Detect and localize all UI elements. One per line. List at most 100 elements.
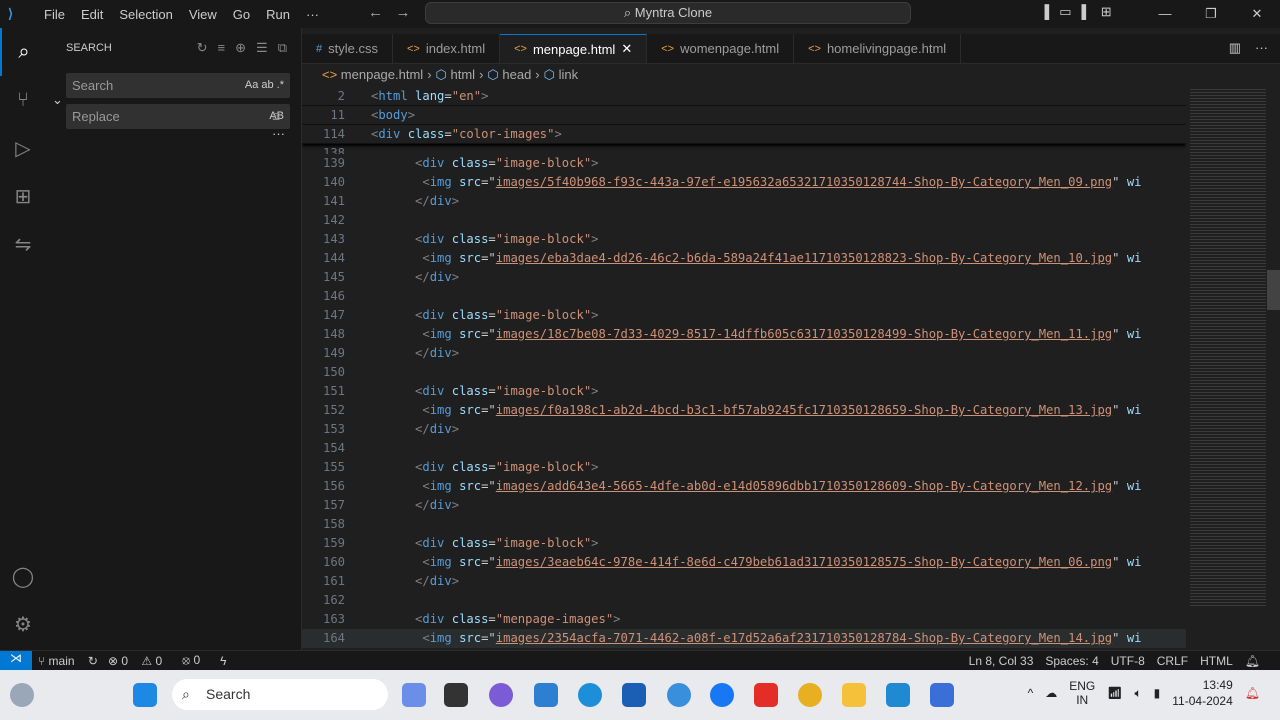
menu-item[interactable]: Edit [81, 7, 103, 22]
breadcrumb-item[interactable]: html [451, 67, 476, 82]
breadcrumb-item[interactable]: menpage.html [341, 67, 423, 82]
account-icon[interactable]: ◯ [0, 552, 46, 600]
command-center[interactable]: ⌕ Myntra Clone [425, 2, 911, 24]
cursor-position[interactable]: Ln 8, Col 33 [969, 654, 1034, 668]
run-debug-icon[interactable]: ▷ [0, 124, 46, 172]
battery-icon[interactable]: ▮ [1154, 686, 1161, 700]
help-icon[interactable] [667, 683, 691, 707]
source-control-icon[interactable]: ⑂ [0, 76, 46, 124]
taskbar-search[interactable]: ⌕ Search [172, 679, 388, 710]
breadcrumb-item[interactable]: link [559, 67, 579, 82]
branch-indicator[interactable]: ⑂ main ↻ [38, 654, 98, 668]
line-ending[interactable]: CRLF [1157, 654, 1188, 668]
replace-input[interactable]: Replace AB [66, 104, 290, 129]
code-line[interactable]: 11 <body> [302, 106, 1186, 125]
menu-item[interactable]: ··· [306, 7, 319, 22]
youtube-icon[interactable] [754, 683, 778, 707]
tab-menpage-html[interactable]: <> menpage.html ✕ [500, 34, 648, 63]
clear-results-icon[interactable]: ≡ [218, 40, 226, 56]
settings-gear-icon[interactable]: ⚙ [0, 600, 46, 648]
code-line[interactable]: 159 <div class="image-block"> [302, 534, 1186, 553]
toggle-secondary-icon[interactable]: ▌ [1082, 4, 1091, 20]
remote-explorer-icon[interactable]: ⇋ [0, 220, 46, 268]
code-line[interactable]: 156 <img src="images/add643e4-5665-4dfe-… [302, 477, 1186, 496]
file-explorer-icon[interactable] [842, 683, 866, 707]
task-view-icon[interactable] [444, 683, 468, 707]
code-line[interactable]: 150 [302, 363, 1186, 382]
language-mode[interactable]: HTML [1200, 654, 1233, 668]
code-line[interactable]: 149 </div> [302, 344, 1186, 363]
code-line[interactable]: 140 <img src="images/5f40b968-f93c-443a-… [302, 173, 1186, 192]
code-line[interactable]: 141 </div> [302, 192, 1186, 211]
menu-item[interactable]: Run [266, 7, 290, 22]
toggle-replace-chevron-icon[interactable]: ⌄ [52, 92, 63, 108]
screen-recorder-icon[interactable] [930, 683, 954, 707]
vscode-taskbar-icon[interactable] [886, 683, 910, 707]
edge-icon[interactable] [578, 683, 602, 707]
nav-arrows[interactable]: ← → [368, 4, 411, 21]
code-line[interactable]: 164 <img src="images/2354acfa-7071-4462-… [302, 629, 1186, 648]
menu-item[interactable]: Selection [119, 7, 172, 22]
teams-chat-icon[interactable] [489, 683, 513, 707]
windows-start-icon[interactable] [133, 683, 157, 707]
chrome-icon[interactable] [798, 683, 822, 707]
mhp-app-icon[interactable] [534, 683, 558, 707]
code-line[interactable]: 158 [302, 515, 1186, 534]
code-line[interactable]: 2 <html lang="en"> [302, 87, 1186, 106]
close-tab-icon[interactable]: ✕ [621, 41, 632, 57]
restore-button[interactable]: ❐ [1188, 0, 1234, 28]
remote-indicator-icon[interactable]: ⋊ [0, 650, 32, 671]
code-line[interactable]: 138 [302, 144, 1186, 154]
search-options[interactable]: Aa ab .* [245, 73, 284, 98]
code-line[interactable]: 155 <div class="image-block"> [302, 458, 1186, 477]
code-line[interactable]: 161 </div> [302, 572, 1186, 591]
notifications-bell-icon[interactable]: 🔔︎ [1245, 654, 1260, 668]
code-line[interactable]: 114 <div class="color-images"> [302, 125, 1186, 144]
code-line[interactable]: 143 <div class="image-block"> [302, 230, 1186, 249]
code-line[interactable]: 163 <div class="menpage-images"> [302, 610, 1186, 629]
code-editor[interactable]: 2 <html lang="en"> 11 <body> 114 <div class="… [302, 87, 1186, 650]
replace-all-icon[interactable]: ⧈ [272, 108, 280, 124]
more-options-icon[interactable]: ··· [272, 126, 285, 141]
tab-homelivingpage-html[interactable]: <> homelivingpage.html [794, 34, 962, 63]
tab-style-css[interactable]: # style.css [302, 34, 393, 63]
code-line[interactable]: 154 [302, 439, 1186, 458]
new-search-editor-icon[interactable]: ⊕ [235, 40, 246, 56]
tab-index-html[interactable]: <> index.html [393, 34, 501, 63]
problems-indicator[interactable]: ⊗ 0 ⚠ 0 [108, 654, 172, 668]
search-input[interactable]: Search Aa ab .* [66, 73, 290, 98]
ports-indicator[interactable]: ⦻ 0 [182, 653, 210, 668]
weather-widget-icon[interactable] [10, 683, 34, 707]
layout-controls[interactable]: ▐ ▭ ▌ ⊞ [1040, 4, 1112, 20]
menu-item[interactable]: Go [233, 7, 250, 22]
collapse-icon[interactable]: ☰ [256, 40, 268, 56]
code-line[interactable]: 157 </div> [302, 496, 1186, 515]
code-line[interactable]: 146 [302, 287, 1186, 306]
code-line[interactable]: 147 <div class="image-block"> [302, 306, 1186, 325]
code-line[interactable]: 145 </div> [302, 268, 1186, 287]
lightning-icon[interactable]: ϟ [220, 654, 226, 668]
more-actions-icon[interactable]: ··· [1255, 40, 1268, 56]
customize-layout-icon[interactable]: ⊞ [1101, 4, 1112, 20]
vertical-scrollbar[interactable] [1267, 270, 1280, 310]
store-icon[interactable] [622, 683, 646, 707]
breadcrumb-item[interactable]: head [502, 67, 531, 82]
show-hidden-icons[interactable]: ^ [1028, 686, 1034, 700]
menu-item[interactable]: View [189, 7, 217, 22]
code-line[interactable]: 151 <div class="image-block"> [302, 382, 1186, 401]
code-line[interactable]: 153 </div> [302, 420, 1186, 439]
encoding[interactable]: UTF-8 [1111, 654, 1145, 668]
volume-icon[interactable]: 🔈︎ [1134, 686, 1141, 701]
close-button[interactable]: ✕ [1234, 0, 1280, 28]
notification-bell-icon[interactable]: 🔔︎ [1245, 686, 1260, 700]
facebook-icon[interactable] [710, 683, 734, 707]
code-line[interactable]: 144 <img src="images/eba3dae4-dd26-46c2-… [302, 249, 1186, 268]
toggle-panel-icon[interactable]: ▭ [1059, 4, 1071, 20]
split-editor-icon[interactable]: ▥ [1229, 40, 1241, 56]
code-line[interactable]: 152 <img src="images/f0a198c1-ab2d-4bcd-… [302, 401, 1186, 420]
code-line[interactable]: 162 [302, 591, 1186, 610]
extensions-icon[interactable]: ⊞ [0, 172, 46, 220]
code-line[interactable]: 148 <img src="images/18c7be08-7d33-4029-… [302, 325, 1186, 344]
toggle-sidebar-icon[interactable]: ▐ [1040, 4, 1049, 20]
search-icon[interactable]: ⌕ [0, 28, 46, 76]
